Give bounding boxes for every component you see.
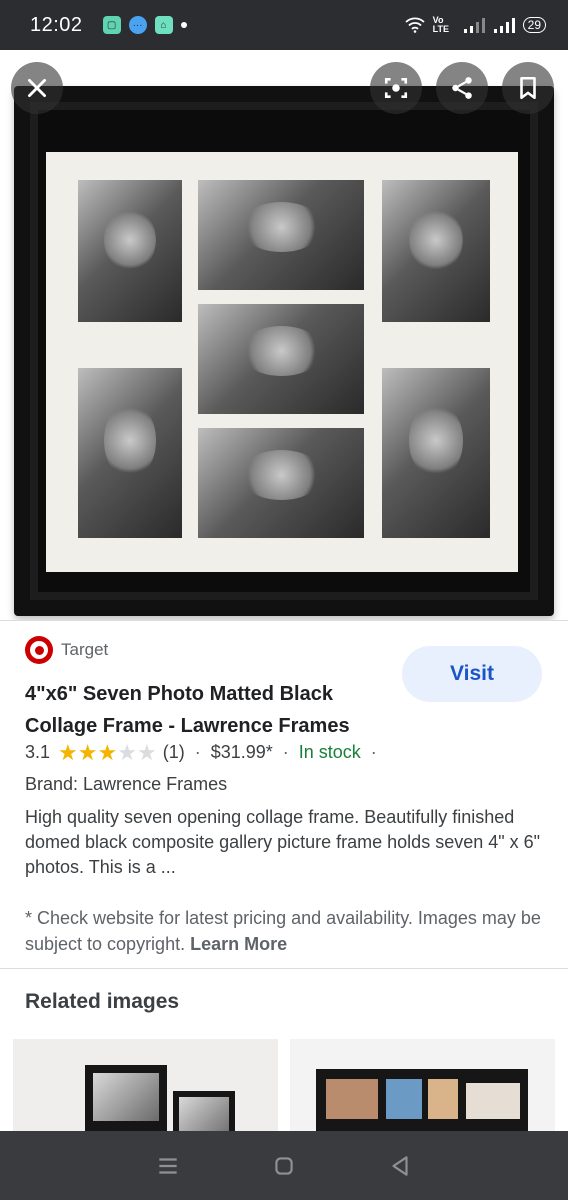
collage-photo-4 [198,304,364,414]
brand-label: Brand: Lawrence Frames [25,774,228,794]
collage-photo-2 [198,180,364,290]
status-indicators: Vo LTE 29 [405,16,546,34]
lens-icon [384,78,408,98]
bookmark-icon [520,76,536,100]
collage-photo-3 [382,180,490,322]
recent-apps-icon[interactable] [155,1153,181,1179]
mini-photo [326,1079,378,1119]
related-image-1[interactable] [13,1039,278,1139]
related-image-2[interactable] [290,1039,555,1139]
meta-separator: · [282,742,289,762]
bookmark-button[interactable] [502,62,554,114]
mini-photo [466,1083,520,1119]
collage-photo-6 [198,428,364,538]
close-button[interactable] [11,62,63,114]
rating-stars: ★ ★ ★ ★ ★ [58,739,157,765]
navigation-bar [0,1131,568,1200]
status-time: 12:02 [30,13,83,36]
close-icon [28,79,46,97]
product-meta: 3.1 ★ ★ ★ ★ ★ (1) · $31.99* · In stock · [25,739,387,765]
messenger-notification-icon: ··· [128,16,147,34]
mini-photo [428,1079,458,1119]
share-icon [452,77,472,99]
product-title[interactable]: 4"x6" Seven Photo Matted Black Collage F… [25,678,395,742]
visit-button[interactable]: Visit [402,646,542,702]
mini-photo [386,1079,422,1119]
image-viewer[interactable] [0,50,568,620]
product-description: High quality seven opening collage frame… [25,807,541,877]
divider [0,620,568,621]
status-bar: 12:02 ▢ ··· ⌂ Vo LTE 29 [0,0,568,50]
star-filled-icon: ★ [58,739,78,765]
stock-status: In stock [298,742,361,762]
star-filled-icon: ★ [97,739,118,765]
meta-separator: · [370,742,377,762]
collage-photo-1 [78,180,182,322]
rating-value: 3.1 [25,742,51,762]
target-logo-icon [25,636,53,664]
notification-icons: ▢ ··· ⌂ [102,16,187,34]
star-empty-icon: ★ [117,739,137,765]
wifi-icon [405,17,425,33]
product-image[interactable] [14,86,554,616]
related-images-title: Related images [25,990,180,1013]
app-notification-icon: ▢ [102,16,121,34]
learn-more-link[interactable]: Learn More [190,934,287,954]
battery-icon: 29 [522,17,546,33]
collage-photo-5 [78,368,182,538]
volte-label: Vo LTE [432,15,449,34]
collage-mat [46,152,518,572]
divider [0,968,568,969]
back-icon[interactable] [387,1153,413,1179]
store-notification-icon: ⌂ [154,16,173,34]
meta-separator: · [194,742,201,762]
collage-photo-7 [382,368,490,538]
lens-button[interactable] [370,62,422,114]
price: $31.99* [210,742,273,762]
source-name: Target [61,640,109,659]
star-filled-icon: ★ [77,739,98,765]
review-count: (1) [162,742,185,762]
copyright-notice: * Check website for latest pricing and a… [25,905,545,957]
signal-icon [463,18,485,33]
star-empty-icon: ★ [136,739,157,765]
mini-photo [93,1073,159,1121]
signal-icon-2 [493,18,515,33]
home-icon[interactable] [271,1153,297,1179]
share-button[interactable] [436,62,488,114]
more-notifications-dot [180,22,187,28]
